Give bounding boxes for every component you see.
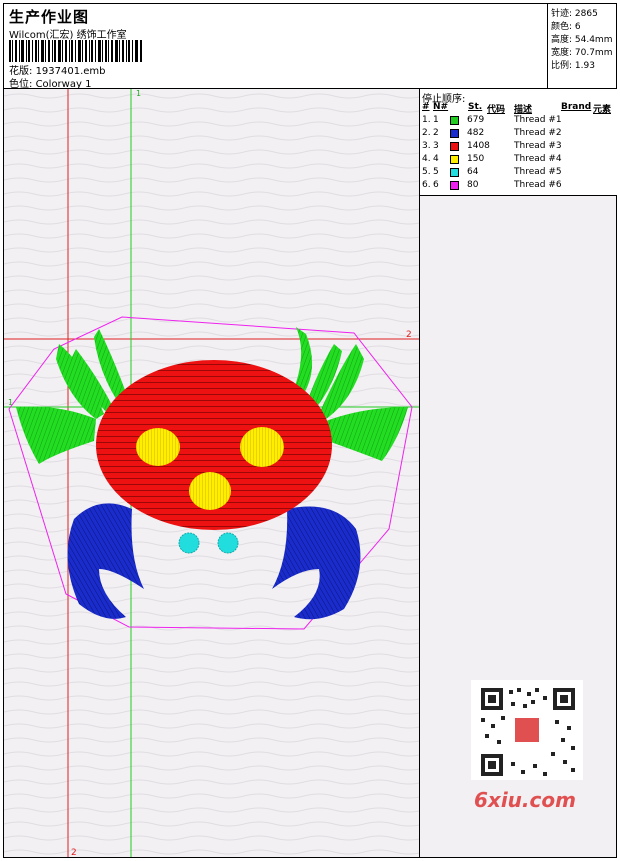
thread-stitches: 1408	[467, 141, 490, 151]
thread-row: 3. 3 1408 Thread #3	[420, 141, 617, 154]
thread-n: 4	[433, 154, 439, 164]
thread-num: 6.	[422, 180, 431, 190]
cyan-dot-left	[178, 532, 200, 554]
col-desc: 描述	[514, 105, 533, 115]
thread-desc: Thread #1	[514, 115, 562, 125]
cyan-dot-right	[217, 532, 239, 554]
guide-label-red-bottom: 2	[71, 848, 77, 857]
thread-color-swatch	[450, 168, 459, 177]
thread-stitches: 80	[467, 180, 479, 190]
col-code: 代码	[487, 105, 506, 115]
stat-colors: 颜色: 6	[551, 22, 581, 32]
qr-code	[471, 680, 583, 780]
thread-desc: Thread #6	[514, 180, 562, 190]
thread-row: 5. 5 64 Thread #5	[420, 167, 617, 180]
header: 生产作业图 Wilcom(汇宏) 绣饰工作室 花版: 1937401.emb 色…	[3, 3, 618, 90]
thread-num: 1.	[422, 115, 431, 125]
thread-color-swatch	[450, 142, 459, 151]
stat-ratio: 比例: 1.93	[551, 61, 595, 71]
guide-label-green-left: 1	[8, 398, 13, 407]
design-canvas: 1 1 2 2	[4, 89, 419, 857]
thread-panel: 停止顺序: # N# St. 代码 描述 Brand 元素 1. 1 679 Thre…	[420, 89, 617, 196]
thread-row: 1. 1 679 Thread #1	[420, 115, 617, 128]
barcode	[9, 40, 142, 62]
thread-color-swatch	[450, 116, 459, 125]
yellow-eye-right	[240, 427, 284, 467]
col-st: St.	[468, 102, 483, 112]
thread-row: 6. 6 80 Thread #6	[420, 180, 617, 193]
col-brand: Brand	[561, 102, 592, 112]
thread-n: 5	[433, 167, 439, 177]
yellow-eye-left	[136, 428, 180, 466]
thread-n: 3	[433, 141, 439, 151]
thread-color-swatch	[450, 181, 459, 190]
thread-desc: Thread #3	[514, 141, 562, 151]
thread-num: 4.	[422, 154, 431, 164]
guide-label-green-top: 1	[136, 89, 141, 98]
thread-num: 2.	[422, 128, 431, 138]
colorway: 色位: Colorway 1	[9, 79, 92, 90]
thread-color-swatch	[450, 129, 459, 138]
thread-stitches: 150	[467, 154, 485, 164]
thread-num: 3.	[422, 141, 431, 151]
company-name: Wilcom(汇宏) 绣饰工作室	[9, 30, 127, 41]
yellow-mouth	[189, 472, 231, 510]
thread-row: 2. 2 482 Thread #2	[420, 128, 617, 141]
qr-logo	[515, 718, 539, 742]
thread-n: 2	[433, 128, 439, 138]
stats-box: 针迹: 2865 颜色: 6 高度: 54.4mm 宽度: 70.7mm 比例:…	[547, 4, 618, 88]
col-element: 元素	[593, 105, 612, 115]
thread-stitches: 482	[467, 128, 485, 138]
thread-desc: Thread #5	[514, 167, 562, 177]
thread-desc: Thread #4	[514, 154, 562, 164]
watermark: 6xiu.com	[474, 788, 576, 812]
thread-desc: Thread #2	[514, 128, 562, 138]
guide-label-red-right: 2	[406, 330, 412, 340]
thread-num: 5.	[422, 167, 431, 177]
thread-row: 4. 4 150 Thread #4	[420, 154, 617, 167]
thread-n: 6	[433, 180, 439, 190]
stat-stitches: 针迹: 2865	[551, 9, 598, 19]
thread-stitches: 679	[467, 115, 485, 125]
page-title: 生产作业图	[9, 8, 90, 26]
stat-width: 宽度: 70.7mm	[551, 48, 613, 58]
col-num: #	[422, 102, 430, 112]
stat-height: 高度: 54.4mm	[551, 35, 613, 45]
thread-stitches: 64	[467, 167, 479, 177]
panel-divider	[419, 89, 420, 858]
thread-color-swatch	[450, 155, 459, 164]
col-n: N#	[433, 102, 449, 112]
thread-n: 1	[433, 115, 439, 125]
